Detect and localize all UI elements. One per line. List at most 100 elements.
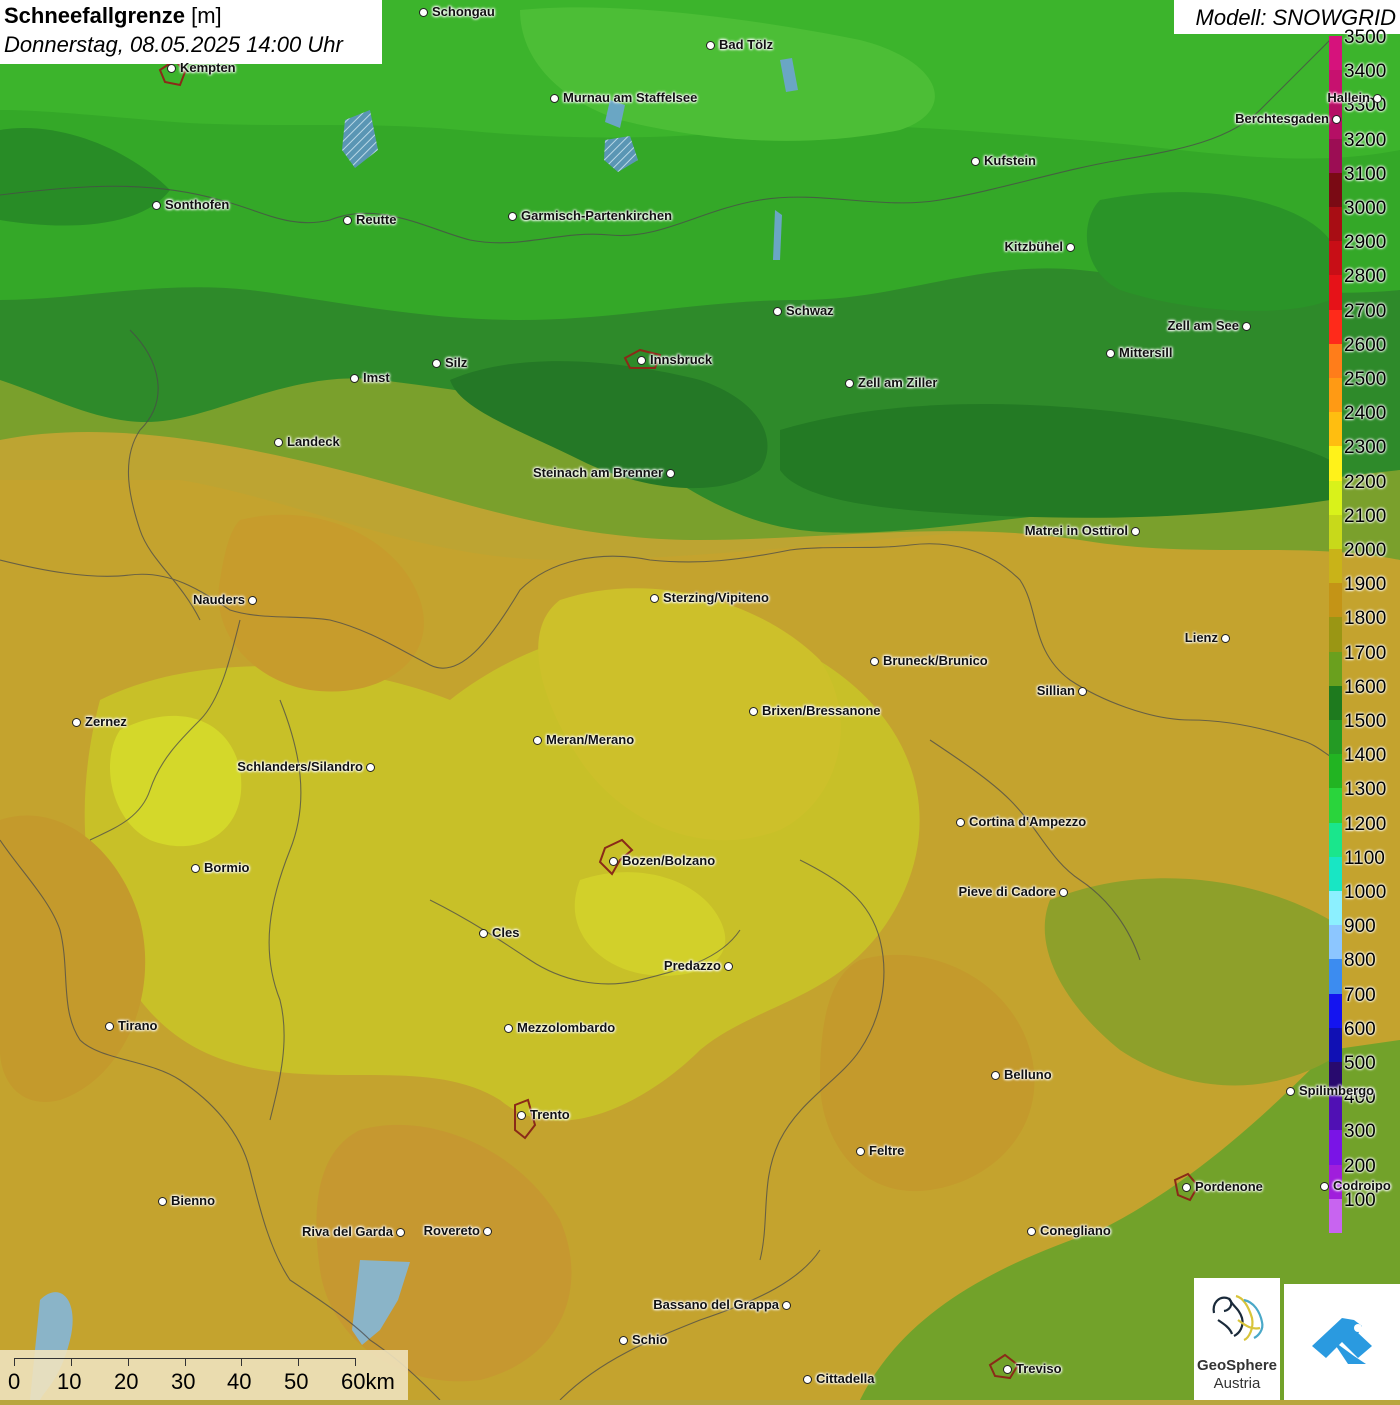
city-dot-icon — [343, 216, 352, 225]
city-dot-icon — [803, 1375, 812, 1384]
city-label: Matrei in Osttirol — [1024, 523, 1128, 538]
city-label: Codroipo — [1333, 1178, 1391, 1193]
legend-swatch — [1329, 378, 1342, 413]
city-dot-icon — [479, 929, 488, 938]
legend-swatch — [1329, 788, 1342, 823]
city-dot-icon — [773, 307, 782, 316]
legend-swatch — [1329, 925, 1342, 960]
city-dot-icon — [1320, 1182, 1329, 1191]
city-label: Kufstein — [984, 153, 1036, 168]
legend-swatch — [1329, 514, 1342, 549]
legend-label: 1000 — [1344, 882, 1387, 903]
legend-label: 2800 — [1344, 266, 1387, 288]
legend-swatch — [1329, 480, 1342, 515]
legend-swatch — [1329, 651, 1342, 686]
city-dot-icon — [432, 359, 441, 368]
city-label: Feltre — [869, 1143, 905, 1158]
city-dot-icon — [1078, 687, 1087, 696]
city-label: Pordenone — [1195, 1179, 1263, 1194]
city-label: Mittersill — [1119, 345, 1173, 360]
city-label: Murnau am Staffelsee — [563, 90, 698, 105]
city-label: Riva del Garda — [301, 1224, 393, 1239]
city-dot-icon — [167, 64, 176, 73]
legend-swatch — [1329, 720, 1342, 755]
city-dot-icon — [609, 857, 618, 866]
city-label: Brixen/Bressanone — [762, 703, 881, 718]
city-label: Imst — [363, 370, 390, 385]
city-dot-icon — [504, 1024, 513, 1033]
city-label: Zernez — [85, 714, 127, 729]
city-label: Landeck — [287, 434, 340, 449]
city-label: Predazzo — [663, 958, 721, 973]
city-dot-icon — [419, 8, 428, 17]
scale-label: 10 — [57, 1369, 82, 1394]
city-label: Kempten — [180, 60, 236, 75]
legend-label: 2900 — [1344, 232, 1387, 254]
city-dot-icon — [350, 374, 359, 383]
legend-label: 300 — [1344, 1121, 1376, 1143]
city-label: Garmisch-Partenkirchen — [521, 208, 673, 223]
city-dot-icon — [724, 962, 733, 971]
scale-label: 60km — [341, 1369, 395, 1394]
scale-tick — [14, 1358, 15, 1366]
city-dot-icon — [508, 212, 517, 221]
legend-label: 1800 — [1344, 608, 1387, 630]
city-dot-icon — [991, 1071, 1000, 1080]
city-dot-icon — [619, 1336, 628, 1345]
legend-label: 2200 — [1344, 471, 1387, 493]
city-dot-icon — [1286, 1087, 1295, 1096]
color-legend: 3500 3400 3300 3200 3100 3000 2900 2800 2700 2600… — [1329, 27, 1400, 1233]
title-unit: [m] — [191, 3, 222, 28]
legend-label: 900 — [1344, 916, 1376, 938]
geosphere-logo[interactable]: GeoSphere Austria — [1194, 1278, 1280, 1400]
city-label: Bienno — [171, 1193, 216, 1208]
legend-swatch — [1329, 617, 1342, 652]
title-text: Schneefallgrenze — [4, 3, 185, 28]
scale-tick — [185, 1358, 186, 1366]
city-label: Tirano — [118, 1018, 158, 1033]
map-datetime: Donnerstag, 08.05.2025 14:00 Uhr — [4, 32, 343, 57]
legend-label: 200 — [1344, 1155, 1376, 1177]
city-label: Innsbruck — [650, 352, 713, 367]
legend-swatch — [1329, 685, 1342, 720]
app-logo[interactable] — [1284, 1284, 1400, 1400]
legend-label: 500 — [1344, 1053, 1376, 1074]
snow-app-icon — [1312, 1318, 1372, 1364]
city-label: Lienz — [1184, 630, 1218, 645]
city-label: Trento — [530, 1107, 570, 1122]
city-label: Cittadella — [816, 1371, 875, 1386]
city-dot-icon — [650, 594, 659, 603]
legend-label: 2100 — [1344, 505, 1387, 527]
legend-swatch — [1329, 549, 1342, 584]
city-dot-icon — [517, 1111, 526, 1120]
city-dot-icon — [1027, 1227, 1036, 1236]
legend-swatch — [1329, 754, 1342, 789]
logo-text-1: GeoSphere — [1196, 1357, 1278, 1374]
legend-label: 1100 — [1344, 847, 1385, 869]
legend-label: 3200 — [1344, 129, 1387, 151]
legend-swatch — [1329, 993, 1342, 1028]
legend-swatch — [1329, 1027, 1342, 1062]
city-dot-icon — [366, 763, 375, 772]
legend-swatch — [1329, 446, 1342, 481]
city-label: Spilimbergo — [1299, 1083, 1375, 1098]
city-dot-icon — [191, 864, 200, 873]
legend-swatch — [1329, 583, 1342, 618]
geosphere-icon — [1212, 1294, 1264, 1342]
city-dot-icon — [533, 736, 542, 745]
city-label: Conegliano — [1040, 1223, 1111, 1238]
legend-swatch — [1329, 959, 1342, 994]
legend-label: 1600 — [1344, 676, 1387, 698]
city-label: Treviso — [1016, 1361, 1062, 1376]
title-box: Schneefallgrenze [m] Donnerstag, 08.05.2… — [0, 0, 382, 64]
legend-swatch — [1329, 138, 1342, 173]
legend-label: 2400 — [1344, 403, 1387, 425]
city-dot-icon — [749, 707, 758, 716]
legend-swatch — [1329, 412, 1342, 447]
city-label: Bassano del Grappa — [653, 1297, 779, 1312]
legend-label: 1200 — [1344, 813, 1387, 835]
city-dot-icon — [1182, 1183, 1191, 1192]
legend-label: 1300 — [1344, 779, 1387, 801]
city-label: Sterzing/Vipiteno — [663, 590, 769, 605]
legend-swatch — [1329, 856, 1342, 891]
